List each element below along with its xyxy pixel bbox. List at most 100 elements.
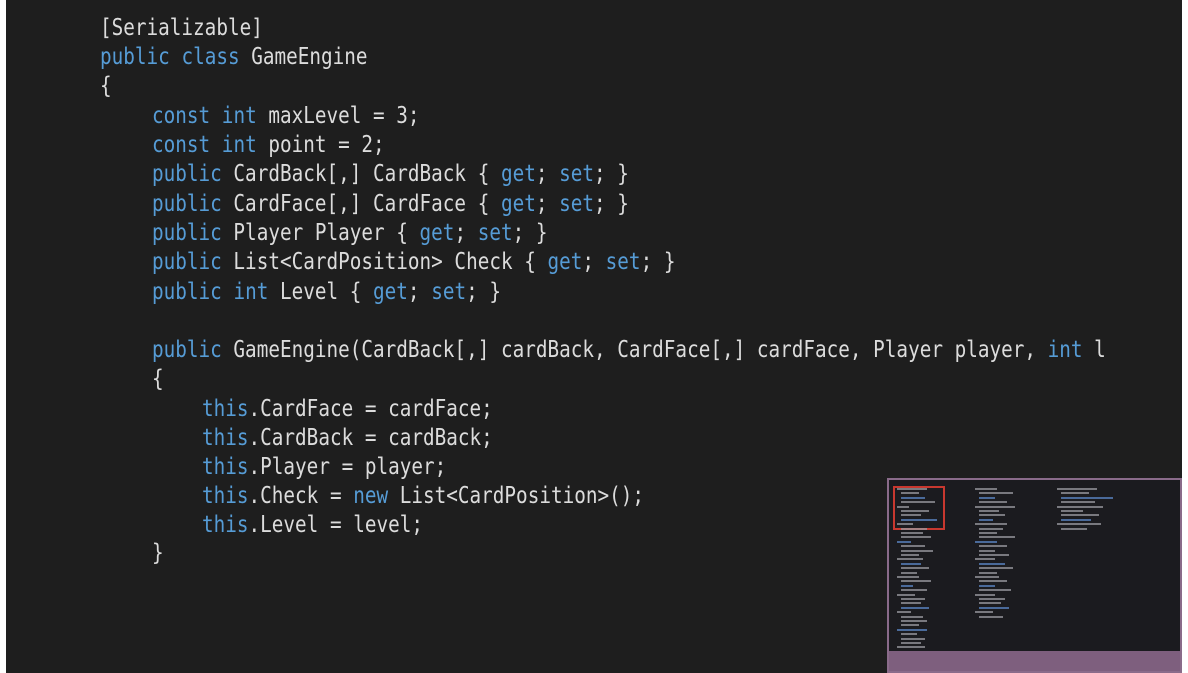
thumbnail-code-stroke bbox=[1061, 527, 1087, 530]
thumbnail-status-bar bbox=[889, 651, 1180, 671]
thumbnail-code-stroke bbox=[901, 615, 923, 618]
thumbnail-code-stroke bbox=[1061, 514, 1099, 517]
line-const-point: const int point = 2; bbox=[152, 130, 385, 160]
thumbnail-code-stroke bbox=[1057, 505, 1103, 508]
line-assign-cardface: this.CardFace = cardFace; bbox=[202, 394, 493, 424]
line-ctor-decl: public GameEngine(CardBack[,] cardBack, … bbox=[152, 335, 1106, 365]
code-token: ; bbox=[535, 161, 560, 187]
thumbnail-code-stroke bbox=[979, 545, 1007, 548]
line-assign-cardback: this.CardBack = cardBack; bbox=[202, 423, 493, 453]
line-class-open: { bbox=[100, 71, 112, 101]
keyword-token: public bbox=[152, 337, 222, 363]
thumbnail-code-stroke bbox=[979, 518, 993, 521]
keyword-token: set bbox=[559, 161, 595, 187]
thumbnail-code-stroke bbox=[901, 514, 921, 517]
code-token: ; } bbox=[466, 279, 501, 305]
keyword-token: set bbox=[477, 220, 513, 246]
thumbnail-code-stroke bbox=[979, 527, 1003, 530]
thumbnail-code-stroke bbox=[975, 593, 995, 596]
keyword-token: get bbox=[500, 161, 536, 187]
keyword-token: set bbox=[559, 191, 595, 217]
thumbnail-code-stroke bbox=[975, 523, 1007, 526]
line-prop-player: public Player Player { get; set; } bbox=[152, 218, 548, 248]
line-class-decl: public class GameEngine bbox=[100, 42, 368, 72]
thumbnail-code-stroke bbox=[1057, 523, 1101, 526]
keyword-token: this bbox=[202, 425, 249, 451]
thumbnail-code-stroke bbox=[901, 496, 925, 499]
thumbnail-code-stroke bbox=[897, 523, 913, 526]
keyword-token: get bbox=[500, 191, 536, 217]
keyword-token: public bbox=[152, 220, 222, 246]
thumbnail-code-stroke bbox=[979, 589, 1011, 592]
keyword-token: public bbox=[152, 161, 222, 187]
thumbnail-code-stroke bbox=[979, 606, 1009, 609]
thumbnail-code-stroke bbox=[1061, 492, 1089, 495]
thumbnail-code-stroke bbox=[901, 536, 931, 539]
thumbnail-code-stroke bbox=[901, 518, 937, 521]
thumbnail-code-stroke bbox=[979, 501, 1007, 504]
thumbnail-code-stroke bbox=[975, 488, 997, 490]
thumbnail-code-stroke bbox=[979, 598, 1005, 600]
editor-window: [Serializable] public class GameEngine{ co… bbox=[6, 0, 1182, 673]
thumbnail-code-stroke bbox=[901, 624, 919, 627]
keyword-token: new bbox=[353, 483, 389, 509]
keyword-token: public bbox=[100, 44, 170, 70]
thumbnail-code-stroke bbox=[979, 602, 1001, 605]
thumbnail-code-stroke bbox=[979, 584, 995, 587]
keyword-token: const bbox=[152, 103, 211, 129]
code-token: maxLevel = 3; bbox=[256, 103, 420, 129]
code-token: ; } bbox=[512, 220, 548, 246]
keyword-token: int bbox=[1047, 337, 1083, 363]
editor-thumbnail[interactable] bbox=[887, 478, 1182, 673]
code-token: point = 2; bbox=[256, 132, 385, 158]
thumbnail-code-stroke bbox=[979, 554, 1009, 556]
code-token: ; bbox=[582, 249, 606, 275]
keyword-token: this bbox=[202, 396, 249, 422]
keyword-token: set bbox=[605, 249, 641, 275]
code-token: ; } bbox=[594, 191, 629, 217]
keyword-token: int bbox=[233, 279, 269, 305]
code-token: [Serializable] bbox=[100, 15, 263, 41]
code-token: .Player = player; bbox=[248, 454, 447, 480]
thumbnail-code-stroke bbox=[897, 540, 911, 543]
line-ctor-close: } bbox=[152, 538, 164, 568]
code-token: .Level = level; bbox=[248, 512, 424, 538]
code-token: ; bbox=[407, 279, 432, 305]
thumbnail-code-stroke bbox=[901, 598, 925, 600]
line-prop-cardface: public CardFace[,] CardFace { get; set; … bbox=[152, 189, 629, 219]
line-prop-check: public List<CardPosition> Check { get; s… bbox=[152, 247, 675, 277]
thumbnail-code-stroke bbox=[979, 532, 997, 534]
thumbnail-code-stroke bbox=[901, 589, 927, 592]
thumbnail-code-stroke bbox=[1061, 501, 1095, 504]
code-token: List<CardPosition>(); bbox=[388, 483, 645, 509]
thumbnail-code-stroke bbox=[901, 637, 925, 640]
thumbnail-code-stroke bbox=[979, 567, 1013, 570]
line-prop-level: public int Level { get; set; } bbox=[152, 277, 501, 307]
code-token: GameEngine(CardBack[,] cardBack, CardFac… bbox=[221, 337, 1048, 363]
thumbnail-code-stroke bbox=[901, 545, 925, 548]
thumbnail-code-stroke bbox=[979, 562, 1005, 565]
code-token: Player Player { bbox=[221, 220, 420, 246]
keyword-token: public bbox=[152, 279, 222, 305]
keyword-token: public bbox=[152, 249, 222, 275]
thumbnail-code-stroke bbox=[901, 549, 933, 552]
thumbnail-code-stroke bbox=[975, 540, 997, 543]
thumbnail-code-stroke bbox=[901, 492, 919, 495]
thumbnail-code-stroke bbox=[897, 558, 923, 561]
code-token: l bbox=[1082, 337, 1106, 363]
line-const-maxlevel: const int maxLevel = 3; bbox=[152, 101, 420, 131]
line-assign-player: this.Player = player; bbox=[202, 452, 446, 482]
thumbnail-code-stroke bbox=[1061, 496, 1113, 499]
thumbnail-code-stroke bbox=[897, 611, 911, 614]
keyword-token: this bbox=[202, 512, 249, 538]
code-token: ; } bbox=[594, 161, 629, 187]
thumbnail-code-stroke bbox=[975, 558, 995, 561]
line-assign-check: this.Check = new List<CardPosition>(); bbox=[202, 481, 644, 511]
code-token: } bbox=[152, 540, 164, 566]
keyword-token: const bbox=[152, 132, 211, 158]
code-token: { bbox=[100, 73, 112, 99]
thumbnail-code-stroke bbox=[975, 611, 993, 614]
thumbnail-code-stroke bbox=[901, 532, 923, 534]
